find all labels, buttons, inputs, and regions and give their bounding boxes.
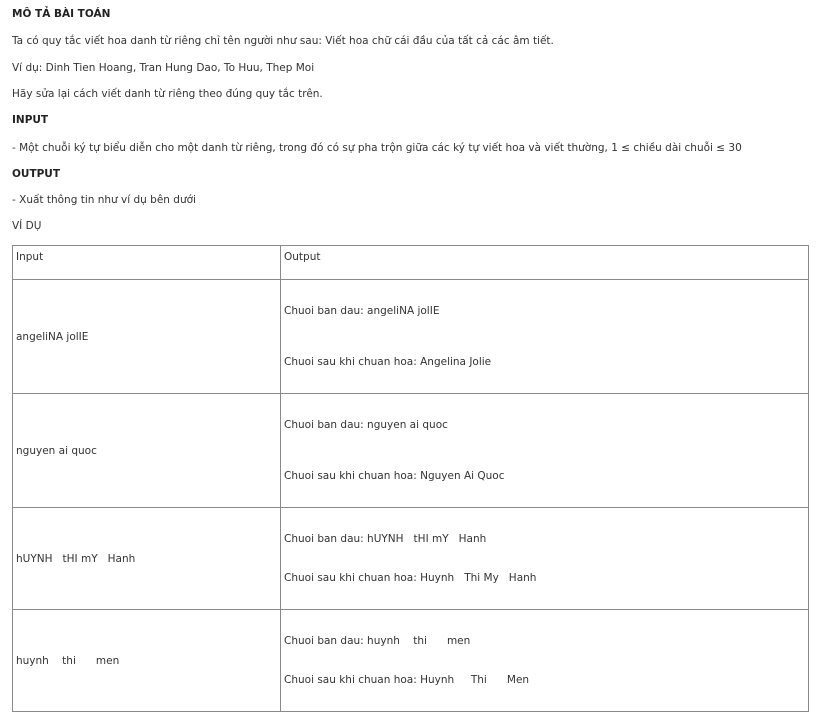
header-input: Input [12, 245, 281, 280]
input-cell: hUYNH tHI mY Hanh [12, 507, 281, 610]
input-cell: nguyen ai quoc [12, 393, 281, 508]
original-string: Chuoi ban dau: angeliNA jolIE [284, 305, 440, 317]
input-description: - Một chuỗi ký tự biểu diễn cho một danh… [12, 142, 742, 154]
problem-example: Ví dụ: Dinh Tien Hoang, Tran Hung Dao, T… [12, 62, 315, 74]
table-row: huynh thi men Chuoi ban dau: huynh thi m… [12, 609, 809, 712]
table-header-row: Input Output [12, 245, 809, 280]
original-string: Chuoi ban dau: huynh thi men [284, 635, 471, 647]
output-cell: Chuoi ban dau: huynh thi men Chuoi sau k… [280, 609, 809, 712]
normalized-string: Chuoi sau khi chuan hoa: Angelina Jolie [284, 356, 492, 368]
table-row: hUYNH tHI mY Hanh Chuoi ban dau: hUYNH t… [12, 507, 809, 610]
output-cell: Chuoi ban dau: nguyen ai quoc Chuoi sau … [280, 393, 809, 508]
output-cell: Chuoi ban dau: hUYNH tHI mY Hanh Chuoi s… [280, 507, 809, 610]
problem-task: Hãy sửa lại cách viết danh từ riêng theo… [12, 88, 323, 100]
problem-rule: Ta có quy tắc viết hoa danh từ riêng chỉ… [12, 35, 554, 47]
output-title: OUTPUT [12, 168, 60, 180]
normalized-string: Chuoi sau khi chuan hoa: Huynh Thi My Ha… [284, 572, 537, 584]
input-cell: angeliNA jolIE [12, 279, 281, 394]
table-row: nguyen ai quoc Chuoi ban dau: nguyen ai … [12, 393, 809, 508]
normalized-string: Chuoi sau khi chuan hoa: Nguyen Ai Quoc [284, 470, 505, 482]
examples-title: VÍ DỤ [12, 220, 42, 232]
original-string: Chuoi ban dau: nguyen ai quoc [284, 419, 448, 431]
output-cell: Chuoi ban dau: angeliNA jolIE Chuoi sau … [280, 279, 809, 394]
problem-title: MÔ TẢ BÀI TOÁN [12, 8, 111, 20]
header-output: Output [280, 245, 809, 280]
examples-table: Input Output angeliNA jolIE Chuoi ban da… [12, 245, 809, 712]
input-cell: huynh thi men [12, 609, 281, 712]
normalized-string: Chuoi sau khi chuan hoa: Huynh Thi Men [284, 674, 530, 686]
input-title: INPUT [12, 114, 49, 126]
original-string: Chuoi ban dau: hUYNH tHI mY Hanh [284, 533, 487, 545]
output-description: - Xuất thông tin như ví dụ bên dưới [12, 194, 196, 206]
table-row: angeliNA jolIE Chuoi ban dau: angeliNA j… [12, 279, 809, 394]
